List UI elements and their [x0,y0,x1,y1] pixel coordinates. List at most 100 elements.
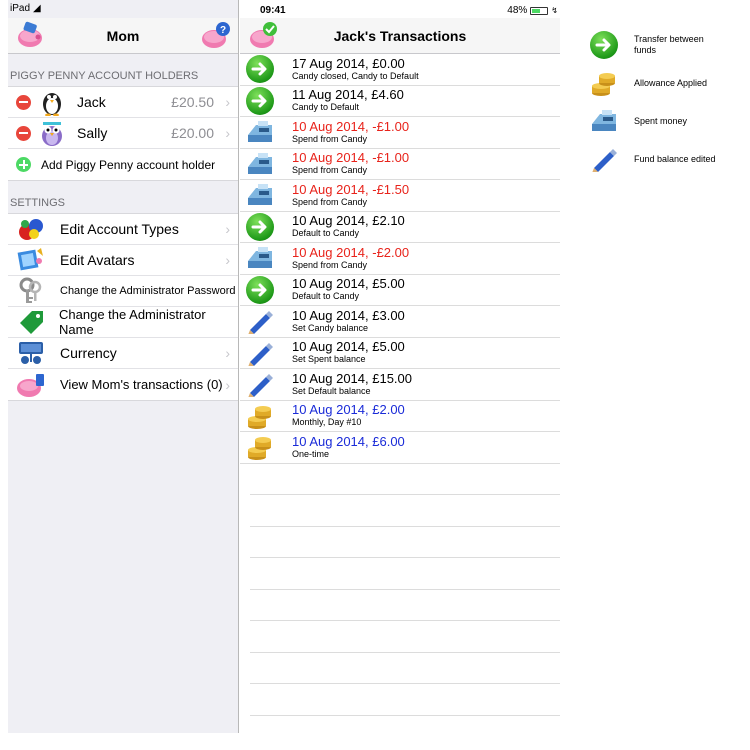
transaction-description: Default to Candy [292,291,360,302]
transaction-summary: 10 Aug 2014, £5.00 [292,276,405,292]
transaction-summary: 10 Aug 2014, £5.00 [292,339,405,355]
transaction-description: Spend from Candy [292,133,368,144]
holders-group: Jack £20.50 › Sally £20.00 › Add Piggy P… [8,86,238,181]
transaction-row[interactable]: 10 Aug 2014, £15.00 Set Default balance [240,369,560,401]
legend-item: Fund balance edited [586,140,746,178]
tag-icon [16,308,45,336]
empty-row [250,590,560,621]
settings-currency[interactable]: Currency › [8,338,238,369]
keys-icon [16,277,46,305]
transaction-row[interactable]: 10 Aug 2014, £3.00 Set Candy balance [240,306,560,338]
master-title: Mom [106,27,140,44]
transaction-description: Monthly, Day #10 [292,417,362,428]
master-panel: iPad ◢ Mom ? PIGGY PENNY ACCOUNT HOLDERS [8,0,239,733]
transaction-text: 10 Aug 2014, -£1.50 Spend from Candy [280,182,409,208]
transaction-text: 10 Aug 2014, £2.10 Default to Candy [280,214,405,239]
transaction-description: Spend from Candy [292,196,368,207]
settings-edit-avatars[interactable]: Edit Avatars › [8,245,238,276]
transaction-summary: 10 Aug 2014, £15.00 [292,370,413,386]
transaction-text: 10 Aug 2014, -£1.00 Spend from Candy [280,119,409,145]
help-piggy-icon[interactable]: ? [200,20,232,50]
transaction-row[interactable]: 10 Aug 2014, -£1.00 Spend from Candy [240,149,560,180]
status-bar-left: iPad ◢ [8,0,238,18]
status-bar-right: 09:41 48% ↯ [240,0,560,18]
avatars-icon [16,246,46,274]
battery-percent: 48% [507,5,528,16]
svg-text:?: ? [220,25,226,36]
penguin-avatar [43,93,61,116]
transaction-text: 10 Aug 2014, -£1.00 Spend from Candy [280,151,409,176]
transaction-description: Candy closed, Candy to Default [292,70,419,81]
transaction-row[interactable]: 10 Aug 2014, £5.00 Set Spent balance [240,338,560,369]
transaction-row[interactable]: 10 Aug 2014, £2.00 Monthly, Day #10 [240,400,560,432]
delete-jack-button[interactable] [16,94,31,110]
transaction-description: One-time [292,448,330,459]
piggy-check-icon[interactable] [248,20,280,50]
empty-row [250,653,560,684]
coins-icon [240,432,280,463]
transaction-description: Set Default balance [292,385,371,396]
settings-view-transactions[interactable]: View Mom's transactions (0) › [8,369,238,400]
settings-edit-account-types[interactable]: Edit Account Types › [8,214,238,245]
settings-label: Currency [60,345,117,361]
pencil-icon [240,369,280,400]
transaction-row[interactable]: 10 Aug 2014, -£1.00 Spend from Candy [240,117,560,149]
holder-row-sally[interactable]: Sally £20.00 › [8,118,238,149]
delete-sally-button[interactable] [16,125,31,141]
chevron-right-icon: › [225,94,230,110]
detail-title: Jack's Transactions [333,27,467,44]
settings-label: View Mom's transactions (0) [60,377,223,392]
chevron-right-icon: › [225,345,230,361]
transaction-description: Set Spent balance [292,354,366,365]
settings-label: Edit Avatars [60,252,135,268]
holder-row-jack[interactable]: Jack £20.50 › [8,87,238,118]
settings-change-password[interactable]: Change the Administrator Password [8,276,238,307]
empty-row [250,621,560,653]
add-holder-label: Add Piggy Penny account holder [41,157,216,172]
add-icon[interactable] [16,157,31,172]
empty-row [250,464,560,495]
transaction-text: 10 Aug 2014, -£2.00 Spend from Candy [280,245,409,271]
cash-register-icon [240,243,280,274]
transaction-row[interactable]: 10 Aug 2014, -£2.00 Spend from Candy [240,243,560,275]
transaction-row[interactable]: 10 Aug 2014, £5.00 Default to Candy [240,274,560,306]
legend-item: Transfer between funds [586,26,746,64]
transaction-description: Spend from Candy [292,259,368,270]
settings-change-name[interactable]: Change the Administrator Name [8,307,238,338]
transaction-row[interactable]: 10 Aug 2014, £2.10 Default to Candy [240,211,560,243]
transaction-row[interactable]: 11 Aug 2014, £4.60 Candy to Default [240,85,560,117]
legend-item: Allowance Applied [586,64,746,102]
transaction-row[interactable]: 10 Aug 2014, £6.00 One-time [240,432,560,464]
chevron-right-icon: › [225,221,230,237]
transaction-text: 10 Aug 2014, £6.00 One-time [280,434,405,460]
settings-label: Edit Account Types [60,221,179,237]
holder-balance: £20.00 [171,125,214,141]
settings-group: Edit Account Types › Edit Avatars › Chan… [8,213,238,401]
status-time: 09:41 [260,5,286,16]
transaction-text: 10 Aug 2014, £5.00 Default to Candy [280,277,405,302]
transaction-row[interactable]: 10 Aug 2014, -£1.50 Spend from Candy [240,180,560,212]
device-label: iPad [10,3,31,14]
transaction-summary: 10 Aug 2014, £3.00 [292,307,405,323]
transaction-list: 17 Aug 2014, £0.00 Candy closed, Candy to… [240,54,560,716]
piggy-icon [16,371,46,399]
battery-status: 48% ↯ [507,3,558,19]
transaction-row[interactable]: 17 Aug 2014, £0.00 Candy closed, Candy to… [240,54,560,86]
transfer-arrow-icon [240,85,280,116]
transaction-text: 10 Aug 2014, £3.00 Set Candy balance [280,307,405,334]
settings-label: Change the Administrator Password [60,285,236,297]
transfer-arrow-icon [240,211,280,242]
detail-panel: 09:41 48% ↯ Jack's Transactions 17 Aug 2… [240,0,560,733]
cash-register-icon [586,104,622,138]
coins-icon [240,400,280,431]
pencil-icon [586,142,622,176]
transfer-arrow-icon [240,274,280,305]
chevron-right-icon: › [225,252,230,268]
transaction-description: Spend from Candy [292,165,368,176]
settings-label: Change the Administrator Name [59,307,206,337]
transaction-text: 11 Aug 2014, £4.60 Candy to Default [280,88,404,113]
piggy-bank-icon[interactable] [14,20,46,50]
holder-balance: £20.50 [171,94,214,110]
add-holder-row[interactable]: Add Piggy Penny account holder [8,149,238,180]
wifi-icon: ◢ [33,3,41,14]
